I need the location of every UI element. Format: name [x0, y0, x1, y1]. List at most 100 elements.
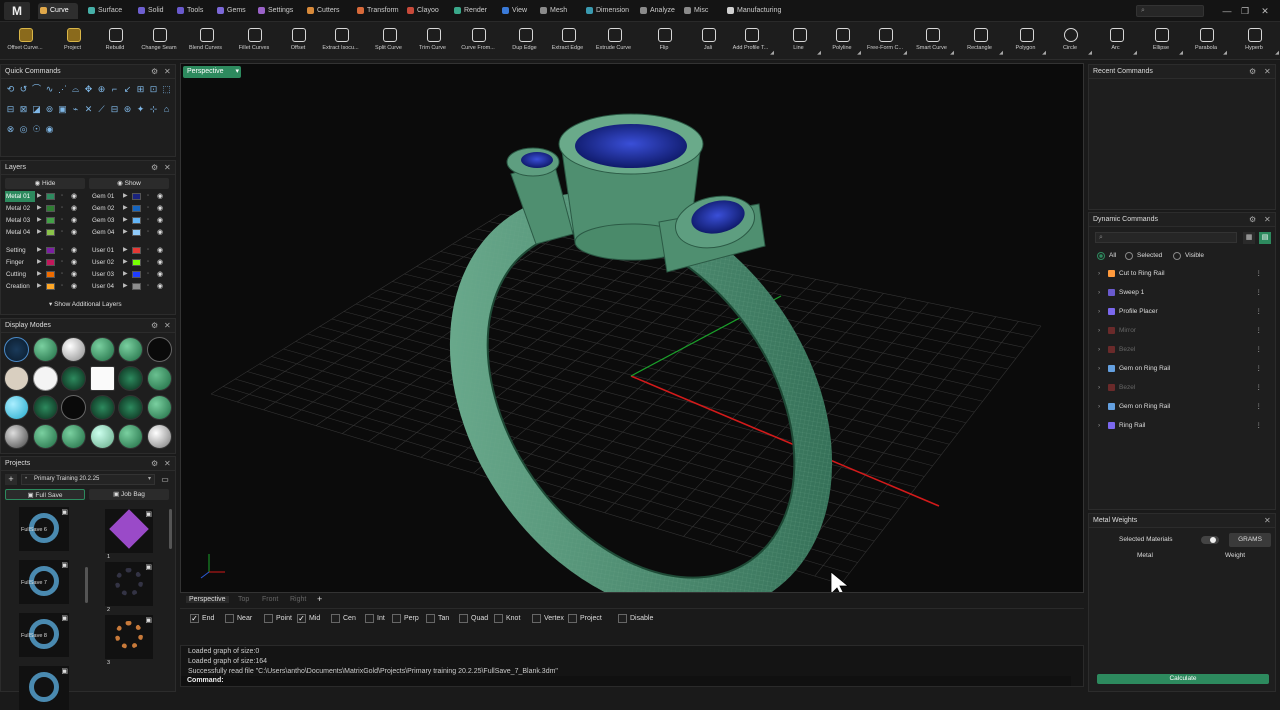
- quick-command-icon[interactable]: ⊗: [5, 124, 16, 135]
- chevron-right-icon[interactable]: ›: [1098, 323, 1100, 339]
- eye-icon[interactable]: ◉: [71, 281, 77, 292]
- tab-curve[interactable]: Curve: [38, 3, 78, 19]
- play-icon[interactable]: ▶: [37, 215, 42, 226]
- layer-row[interactable]: Cutting ▶ ▫ ◉: [3, 269, 87, 280]
- lock-icon[interactable]: ▫: [147, 245, 149, 256]
- close-icon[interactable]: ✕: [164, 457, 171, 471]
- more-options-icon[interactable]: ⋮: [1256, 304, 1263, 320]
- checkbox[interactable]: [225, 614, 234, 623]
- tab-dimension[interactable]: Dimension: [584, 3, 629, 19]
- gear-icon[interactable]: ⚙: [1249, 213, 1256, 227]
- tool-blend-curves[interactable]: Blend Curves: [183, 24, 228, 58]
- dynamic-command-item[interactable]: › Profile Placer ⋮: [1094, 304, 1268, 320]
- tool-dup-edge[interactable]: Dup Edge: [503, 24, 546, 58]
- quick-command-icon[interactable]: ⌐: [109, 84, 120, 95]
- eye-icon[interactable]: ◉: [71, 269, 77, 280]
- play-icon[interactable]: ▶: [37, 281, 42, 292]
- eye-icon[interactable]: ◉: [71, 203, 77, 214]
- job-bag-button[interactable]: ▣ Job Bag: [89, 489, 169, 500]
- tool-project[interactable]: Project: [50, 24, 95, 58]
- more-options-icon[interactable]: ⋮: [1256, 323, 1263, 339]
- lock-icon[interactable]: ▫: [147, 191, 149, 202]
- dynamic-command-item[interactable]: › Sweep 1 ⋮: [1094, 285, 1268, 301]
- close-icon[interactable]: ✕: [164, 161, 171, 175]
- tool-split-curve[interactable]: Split Curve: [365, 24, 412, 58]
- layer-row[interactable]: User 02 ▶ ▫ ◉: [89, 257, 173, 268]
- perspective-viewport[interactable]: [180, 63, 1084, 593]
- tab-gems[interactable]: Gems: [215, 3, 259, 19]
- tool-jali[interactable]: Jali: [690, 24, 726, 58]
- checkbox[interactable]: ✓: [190, 614, 199, 623]
- chevron-right-icon[interactable]: ›: [1098, 266, 1100, 282]
- lock-icon[interactable]: ▫: [147, 215, 149, 226]
- tool-fillet-curves[interactable]: Fillet Curves: [228, 24, 280, 58]
- osnap-mid[interactable]: ✓ Mid: [297, 614, 320, 624]
- layer-color-swatch[interactable]: [46, 283, 55, 290]
- tab-solid[interactable]: Solid: [136, 3, 180, 19]
- play-icon[interactable]: ▶: [37, 269, 42, 280]
- lock-icon[interactable]: ▫: [147, 281, 149, 292]
- eye-icon[interactable]: ◉: [157, 281, 163, 292]
- eye-icon[interactable]: ◉: [71, 227, 77, 238]
- tool-circle[interactable]: Circle ◢: [1047, 24, 1093, 58]
- more-options-icon[interactable]: ⋮: [1256, 361, 1263, 377]
- quick-command-icon[interactable]: ✦: [135, 104, 146, 115]
- quick-command-icon[interactable]: ✥: [83, 84, 94, 95]
- quick-command-icon[interactable]: ⊡: [148, 84, 159, 95]
- display-mode-swatch[interactable]: [146, 337, 172, 362]
- tool-rectangle[interactable]: Rectangle ◢: [955, 24, 1004, 58]
- gear-icon[interactable]: ⚙: [151, 65, 158, 79]
- layer-row[interactable]: Metal 03 ▶ ▫ ◉: [3, 215, 87, 226]
- project-thumbnail[interactable]: ▣: [19, 666, 69, 710]
- chevron-right-icon[interactable]: ›: [1098, 304, 1100, 320]
- checkbox[interactable]: [568, 614, 577, 623]
- display-mode-swatch[interactable]: [118, 395, 143, 420]
- layer-row[interactable]: Gem 04 ▶ ▫ ◉: [89, 227, 173, 238]
- lock-icon[interactable]: ▫: [61, 257, 63, 268]
- tab-clayoo[interactable]: Clayoo: [405, 3, 449, 19]
- checkbox[interactable]: [618, 614, 627, 623]
- display-mode-swatch[interactable]: [4, 337, 29, 362]
- layer-color-swatch[interactable]: [132, 283, 141, 290]
- play-icon[interactable]: ▶: [123, 257, 128, 268]
- osnap-perp[interactable]: Perp: [392, 614, 419, 624]
- layer-row[interactable]: User 04 ▶ ▫ ◉: [89, 281, 173, 292]
- quick-command-icon[interactable]: ☉: [31, 124, 42, 135]
- lock-icon[interactable]: ▫: [61, 269, 63, 280]
- quick-command-icon[interactable]: ✕: [83, 104, 94, 115]
- layer-color-swatch[interactable]: [46, 229, 55, 236]
- layer-color-swatch[interactable]: [46, 193, 55, 200]
- eye-icon[interactable]: ◉: [157, 191, 163, 202]
- chevron-right-icon[interactable]: ›: [1098, 418, 1100, 434]
- quick-command-icon[interactable]: ↙: [122, 84, 133, 95]
- display-mode-swatch[interactable]: [146, 424, 172, 449]
- quick-command-icon[interactable]: ⟲: [5, 84, 16, 95]
- tool-ellipse[interactable]: Ellipse ◢: [1138, 24, 1184, 58]
- eye-icon[interactable]: ◉: [157, 257, 163, 268]
- project-select[interactable]: • Primary Training 20.2.25 ▾: [21, 474, 155, 485]
- play-icon[interactable]: ▶: [37, 227, 42, 238]
- layer-row[interactable]: Finger ▶ ▫ ◉: [3, 257, 87, 268]
- tool-extract-isocu[interactable]: Extract Isocu...: [316, 24, 365, 58]
- quick-command-icon[interactable]: ⌒: [31, 84, 42, 95]
- gear-icon[interactable]: ⚙: [151, 319, 158, 333]
- quick-command-icon[interactable]: ⊚: [44, 104, 55, 115]
- play-icon[interactable]: ▶: [123, 227, 128, 238]
- lock-icon[interactable]: ▫: [147, 257, 149, 268]
- show-additional-layers-button[interactable]: ▾ Show Additional Layers: [49, 300, 122, 308]
- display-mode-swatch[interactable]: [61, 366, 86, 391]
- dynamic-command-item[interactable]: › Mirror ⋮: [1094, 323, 1268, 339]
- tool-polygon[interactable]: Polygon ◢: [1004, 24, 1047, 58]
- tool-rebuild[interactable]: Rebuild: [95, 24, 135, 58]
- quick-command-icon[interactable]: ⊟: [109, 104, 120, 115]
- tool-parabola[interactable]: Parabola ◢: [1184, 24, 1228, 58]
- grams-button[interactable]: GRAMS: [1229, 533, 1271, 547]
- filter-radio-selected[interactable]: [1125, 252, 1133, 260]
- search-input[interactable]: ⌕: [1136, 5, 1204, 17]
- close-icon[interactable]: ✕: [1258, 4, 1272, 18]
- osnap-vertex[interactable]: Vertex: [532, 614, 564, 624]
- tool-free-form-c[interactable]: Free-Form C... ◢: [862, 24, 908, 58]
- tool-arc[interactable]: Arc ◢: [1093, 24, 1138, 58]
- eye-icon[interactable]: ◉: [71, 245, 77, 256]
- quick-command-icon[interactable]: ◪: [31, 104, 42, 115]
